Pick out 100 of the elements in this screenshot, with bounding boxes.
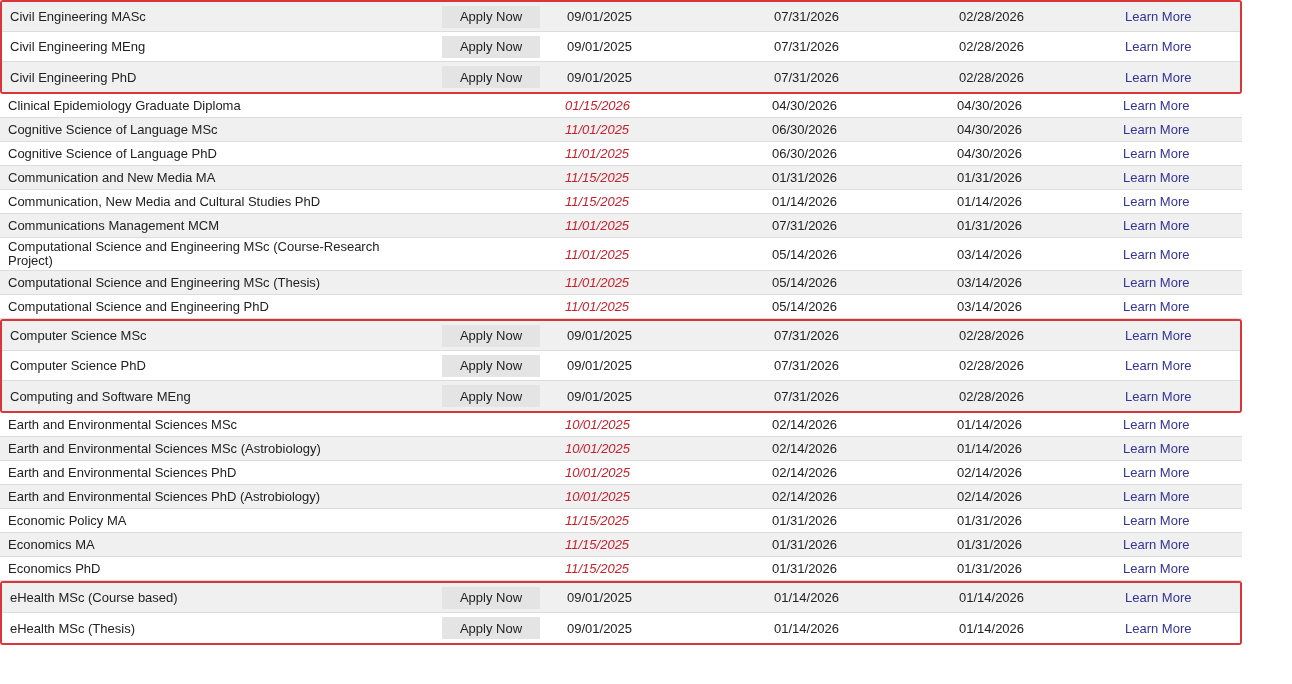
apply-button[interactable]: Apply Now	[442, 66, 540, 88]
date-text: 09/01/2025	[567, 590, 633, 605]
date-text: 01/31/2026	[957, 170, 1023, 185]
date-text: 10/01/2025	[565, 417, 631, 432]
date-text: 11/15/2025	[565, 170, 630, 185]
date-text: 06/30/2026	[772, 146, 838, 161]
date-text: 01/31/2026	[957, 537, 1023, 552]
learn-more-link[interactable]: Learn More	[1125, 620, 1192, 636]
learn-more-link[interactable]: Learn More	[1123, 275, 1190, 290]
date-text: 09/01/2025	[567, 9, 633, 24]
apply-button[interactable]: Apply Now	[442, 35, 540, 58]
learn-more-link[interactable]: Learn More	[1123, 246, 1190, 262]
learn-more-link[interactable]: Learn More	[1123, 561, 1190, 576]
date-text: 02/28/2026	[959, 39, 1025, 54]
apply-button[interactable]: Apply Now	[442, 385, 540, 407]
date-text: 11/01/2025	[565, 218, 630, 233]
learn-more-link[interactable]: Learn More	[1123, 441, 1190, 456]
date-text: 01/14/2026	[957, 194, 1023, 209]
date-text: 02/28/2026	[959, 388, 1025, 404]
date-text: 03/14/2026	[957, 299, 1023, 314]
date-text: 02/14/2026	[772, 489, 838, 504]
learn-more-link[interactable]: Learn More	[1125, 69, 1192, 85]
program-name: Computational Science and Engineering MSc (Course-Research Project)	[7, 240, 381, 268]
date-text: 11/01/2025	[565, 299, 630, 314]
date-text: 09/01/2025	[567, 358, 633, 373]
learn-more-link[interactable]: Learn More	[1123, 146, 1190, 161]
learn-more-link[interactable]: Learn More	[1123, 537, 1190, 552]
date-text: 07/31/2026	[774, 39, 840, 54]
learn-more-link[interactable]: Learn More	[1125, 388, 1192, 404]
date-text: 11/01/2025	[565, 122, 630, 137]
date-text: 02/14/2026	[772, 465, 838, 480]
learn-more-link[interactable]: Learn More	[1123, 417, 1190, 432]
date-text: 11/15/2025	[565, 537, 630, 552]
date-text: 01/14/2026	[957, 417, 1023, 432]
date-text: 03/14/2026	[957, 275, 1023, 290]
date-text: 07/31/2026	[774, 358, 840, 373]
learn-more-link[interactable]: Learn More	[1123, 489, 1190, 504]
date-text: 11/01/2025	[565, 246, 630, 262]
program-name: Computer Science MSc	[9, 328, 147, 343]
date-text: 06/30/2026	[772, 122, 838, 137]
program-name: Computational Science and Engineering PhD	[7, 299, 269, 314]
date-text: 01/14/2026	[772, 194, 838, 209]
learn-more-link[interactable]: Learn More	[1125, 39, 1192, 54]
date-text: 04/30/2026	[957, 98, 1023, 113]
date-text: 10/01/2025	[565, 489, 631, 504]
program-name: Earth and Environmental Sciences PhD (Astrobiology)	[7, 489, 321, 504]
apply-button[interactable]: Apply Now	[442, 324, 540, 347]
program-name: Economics PhD	[7, 561, 101, 576]
date-text: 04/30/2026	[957, 146, 1023, 161]
date-text: 01/15/2026	[565, 98, 631, 113]
date-text: 01/14/2026	[774, 620, 840, 636]
apply-button[interactable]: Apply Now	[442, 617, 540, 639]
learn-more-link[interactable]: Learn More	[1123, 218, 1190, 233]
date-text: 02/28/2026	[959, 358, 1025, 373]
apply-button[interactable]: Apply Now	[442, 586, 540, 609]
learn-more-link[interactable]: Learn More	[1123, 513, 1190, 528]
program-name: Economic Policy MA	[7, 513, 127, 528]
date-text: 01/14/2026	[774, 590, 840, 605]
learn-more-link[interactable]: Learn More	[1123, 170, 1190, 185]
learn-more-link[interactable]: Learn More	[1125, 9, 1192, 24]
learn-more-link[interactable]: Learn More	[1123, 98, 1190, 113]
learn-more-link[interactable]: Learn More	[1123, 465, 1190, 480]
date-text: 01/31/2026	[772, 561, 838, 576]
apply-button[interactable]: Apply Now	[442, 5, 540, 28]
program-name: Computing and Software MEng	[9, 388, 191, 404]
date-text: 05/14/2026	[772, 246, 838, 262]
learn-more-link[interactable]: Learn More	[1125, 328, 1192, 343]
date-text: 01/31/2026	[772, 170, 838, 185]
program-name: Civil Engineering MASc	[9, 9, 146, 24]
program-name: Economics MA	[7, 537, 95, 552]
date-text: 07/31/2026	[774, 328, 840, 343]
date-text: 01/31/2026	[957, 513, 1023, 528]
date-text: 01/14/2026	[959, 620, 1025, 636]
date-text: 09/01/2025	[567, 39, 633, 54]
date-text: 11/15/2025	[565, 194, 630, 209]
date-text: 02/28/2026	[959, 9, 1025, 24]
learn-more-link[interactable]: Learn More	[1123, 194, 1190, 209]
program-name: Computer Science PhD	[9, 358, 146, 373]
date-text: 09/01/2025	[567, 388, 633, 404]
date-text: 02/14/2026	[957, 489, 1023, 504]
date-text: 01/31/2026	[957, 561, 1023, 576]
learn-more-link[interactable]: Learn More	[1123, 122, 1190, 137]
date-text: 07/31/2026	[774, 388, 840, 404]
date-text: 01/31/2026	[957, 218, 1023, 233]
program-name: Earth and Environmental Sciences PhD	[7, 465, 237, 480]
learn-more-link[interactable]: Learn More	[1125, 358, 1192, 373]
program-name: Computational Science and Engineering MSc (Thesis)	[7, 275, 321, 290]
learn-more-link[interactable]: Learn More	[1125, 590, 1192, 605]
apply-button[interactable]: Apply Now	[442, 354, 540, 377]
date-text: 04/30/2026	[957, 122, 1023, 137]
learn-more-link[interactable]: Learn More	[1123, 299, 1190, 314]
program-name: Civil Engineering PhD	[9, 69, 137, 85]
program-name: Cognitive Science of Language MSc	[7, 122, 218, 137]
date-text: 11/01/2025	[565, 275, 630, 290]
date-text: 09/01/2025	[567, 69, 633, 85]
program-name: eHealth MSc (Course based)	[9, 590, 178, 605]
program-name: Civil Engineering MEng	[9, 39, 146, 54]
date-text: 11/01/2025	[565, 146, 630, 161]
date-text: 11/15/2025	[565, 561, 630, 576]
program-name: Communications Management MCM	[7, 218, 219, 233]
